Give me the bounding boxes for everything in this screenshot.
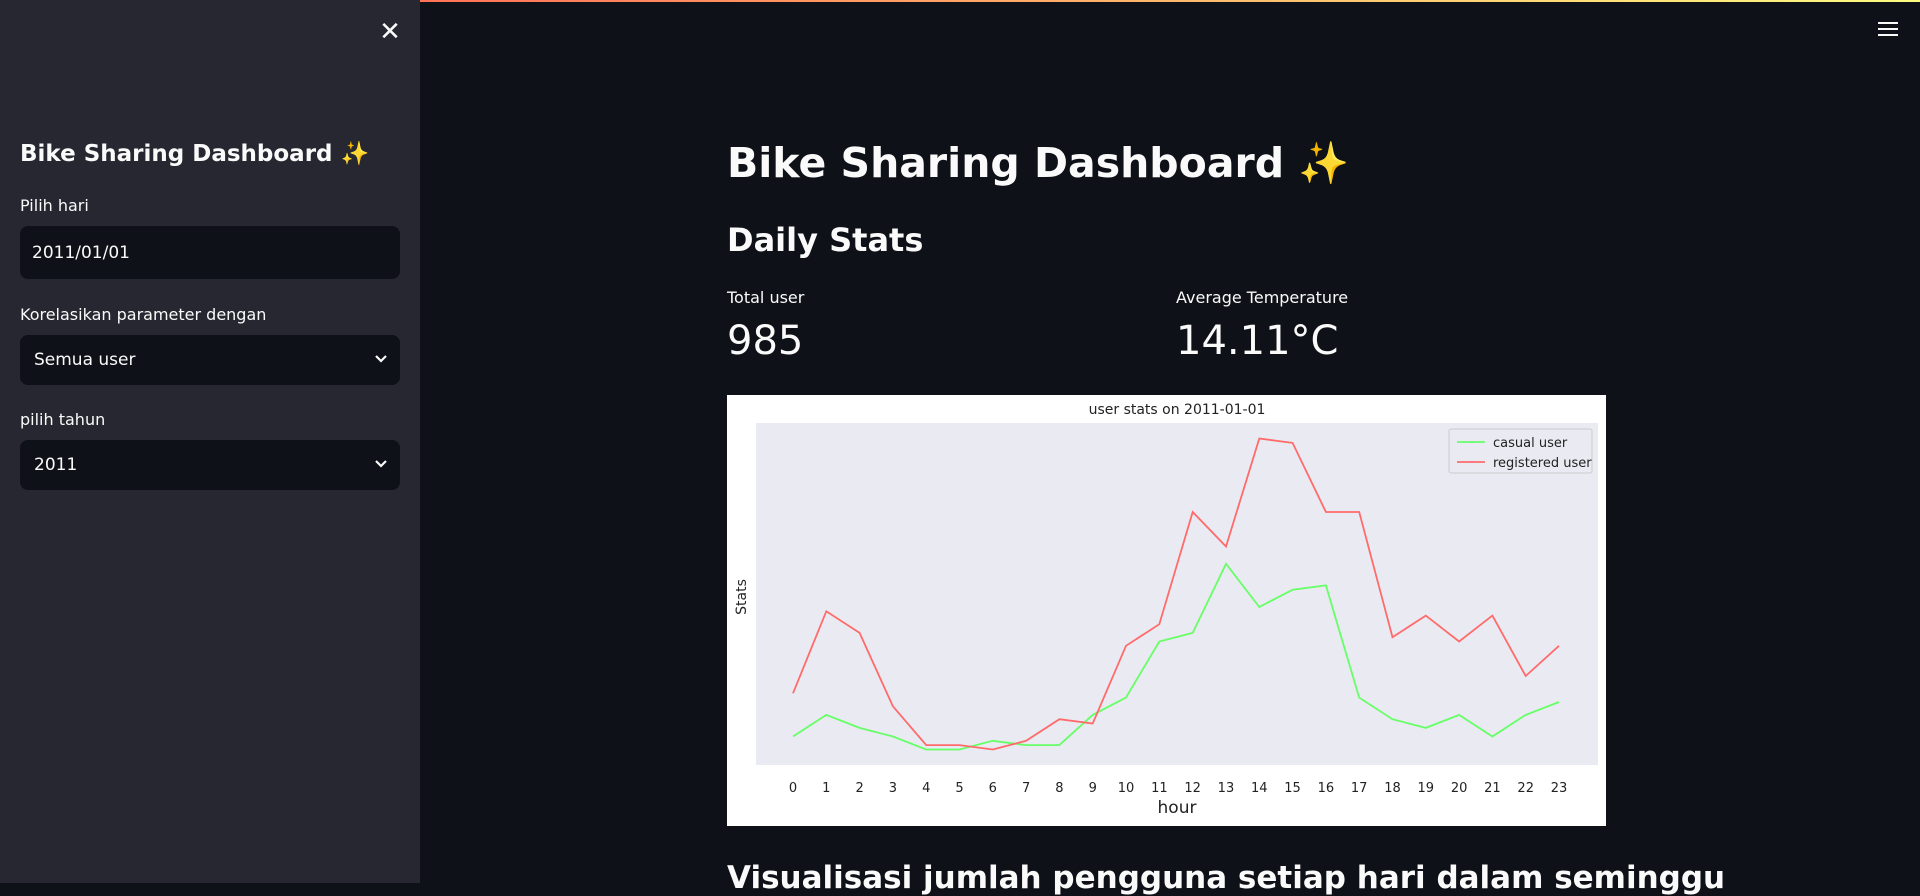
x-tick-label: 5 xyxy=(955,781,963,796)
x-tick-label: 12 xyxy=(1184,781,1201,796)
legend-label: casual user xyxy=(1493,436,1568,451)
x-tick-label: 21 xyxy=(1484,781,1501,796)
x-tick-label: 8 xyxy=(1055,781,1063,796)
x-tick-label: 14 xyxy=(1251,781,1268,796)
x-tick-label: 23 xyxy=(1551,781,1568,796)
sidebar-title: Bike Sharing Dashboard ✨ xyxy=(20,141,370,167)
x-tick-label: 11 xyxy=(1151,781,1168,796)
x-tick-label: 0 xyxy=(789,781,797,796)
chevron-down-icon xyxy=(374,352,388,368)
metric-avg-temp-value: 14.11°C xyxy=(1176,318,1339,364)
weekly-visualization-heading: Visualisasi jumlah pengguna setiap hari … xyxy=(727,860,1726,896)
x-tick-label: 18 xyxy=(1384,781,1401,796)
metric-total-user-label: Total user xyxy=(727,288,805,307)
date-input-value: 2011/01/01 xyxy=(32,242,130,263)
plot-area xyxy=(756,423,1598,765)
y-axis-label: Stats xyxy=(734,579,750,615)
date-label: Pilih hari xyxy=(20,196,89,215)
correlate-label: Korelasikan parameter dengan xyxy=(20,305,267,324)
x-tick-label: 16 xyxy=(1318,781,1335,796)
metric-avg-temp-label: Average Temperature xyxy=(1176,288,1349,307)
x-tick-label: 15 xyxy=(1284,781,1301,796)
x-tick-label: 10 xyxy=(1118,781,1135,796)
x-tick-label: 3 xyxy=(889,781,897,796)
chevron-down-icon xyxy=(374,457,388,473)
x-tick-label: 9 xyxy=(1089,781,1097,796)
user-stats-chart-svg: user stats on 2011-01-010 1 2 3 4 5 6 7 8 9 10 11 12… xyxy=(734,402,1598,818)
x-tick-label: 20 xyxy=(1451,781,1468,796)
user-stats-chart: user stats on 2011-01-01 0 1 2 3 4 5 6 7 8 9 10 11 12… xyxy=(727,395,1606,826)
x-tick-label: 2 xyxy=(855,781,863,796)
correlate-select[interactable]: Semua user xyxy=(20,335,400,385)
x-tick-label: 19 xyxy=(1418,781,1435,796)
x-tick-label: 6 xyxy=(989,781,997,796)
metric-total-user-value: 985 xyxy=(727,318,804,364)
legend-label: registered user xyxy=(1493,456,1592,471)
page-title: Bike Sharing Dashboard ✨ xyxy=(727,139,1350,187)
x-tick-label: 22 xyxy=(1517,781,1534,796)
correlate-select-value: Semua user xyxy=(34,350,136,370)
x-axis-label: hour xyxy=(1158,798,1197,818)
year-select[interactable]: 2011 xyxy=(20,440,400,490)
menu-icon[interactable] xyxy=(1876,18,1900,40)
close-sidebar-icon[interactable]: ✕ xyxy=(378,19,402,45)
chart-title: user stats on 2011-01-01 xyxy=(1089,402,1266,418)
year-label: pilih tahun xyxy=(20,410,106,429)
x-tick-label: 4 xyxy=(922,781,930,796)
x-tick-label: 7 xyxy=(1022,781,1030,796)
year-select-value: 2011 xyxy=(34,455,78,475)
date-input[interactable]: 2011/01/01 xyxy=(20,226,400,279)
x-tick-label: 17 xyxy=(1351,781,1368,796)
x-tick-label: 1 xyxy=(822,781,830,796)
daily-stats-heading: Daily Stats xyxy=(727,221,924,259)
sidebar: ✕ Bike Sharing Dashboard ✨ Pilih hari 20… xyxy=(0,0,420,883)
x-tick-label: 13 xyxy=(1218,781,1235,796)
